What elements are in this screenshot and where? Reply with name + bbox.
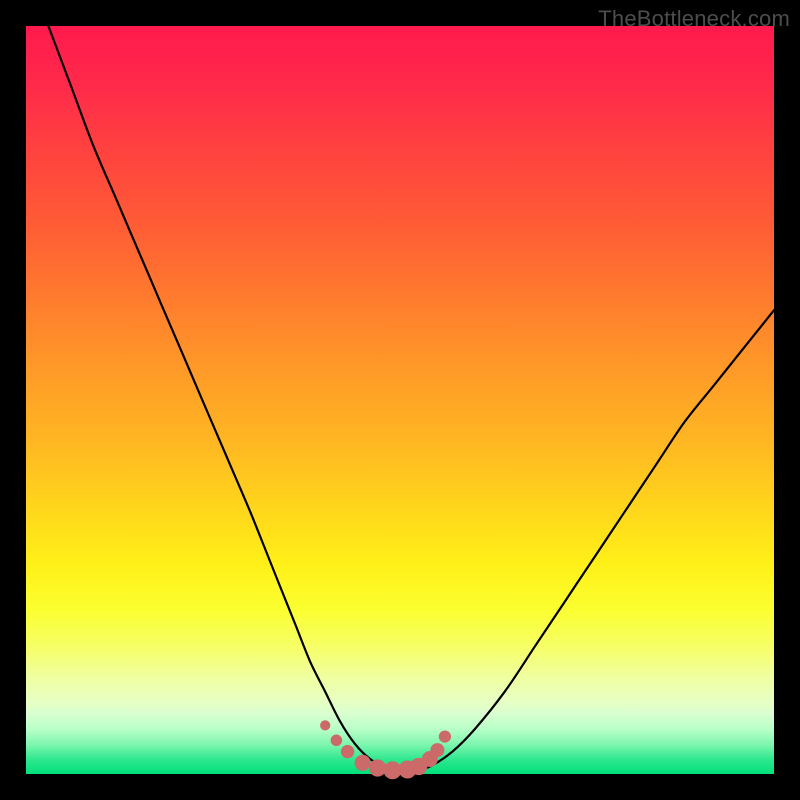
valley-marker <box>430 743 444 757</box>
chart-svg <box>26 26 774 774</box>
chart-frame: TheBottleneck.com <box>0 0 800 800</box>
valley-marker <box>320 720 330 730</box>
watermark-text: TheBottleneck.com <box>598 6 790 32</box>
chart-plot-area <box>26 26 774 774</box>
valley-markers <box>320 720 451 779</box>
valley-marker <box>439 731 451 743</box>
valley-marker <box>369 759 386 776</box>
valley-marker <box>341 745 354 758</box>
valley-marker <box>355 755 371 771</box>
bottleneck-curve <box>48 26 774 771</box>
valley-marker <box>331 735 343 747</box>
